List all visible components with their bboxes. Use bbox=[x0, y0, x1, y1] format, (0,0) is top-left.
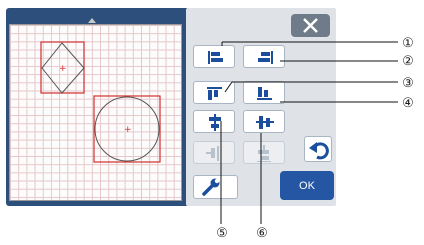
callout-6: ⑥ bbox=[256, 225, 268, 240]
callout-5: ⑤ bbox=[216, 225, 228, 240]
callout-1: ① bbox=[402, 35, 414, 50]
callout-4: ④ bbox=[402, 95, 414, 110]
callout-lines bbox=[220, 41, 398, 224]
callout-3: ③ bbox=[402, 75, 414, 90]
callout-2: ② bbox=[402, 53, 414, 68]
